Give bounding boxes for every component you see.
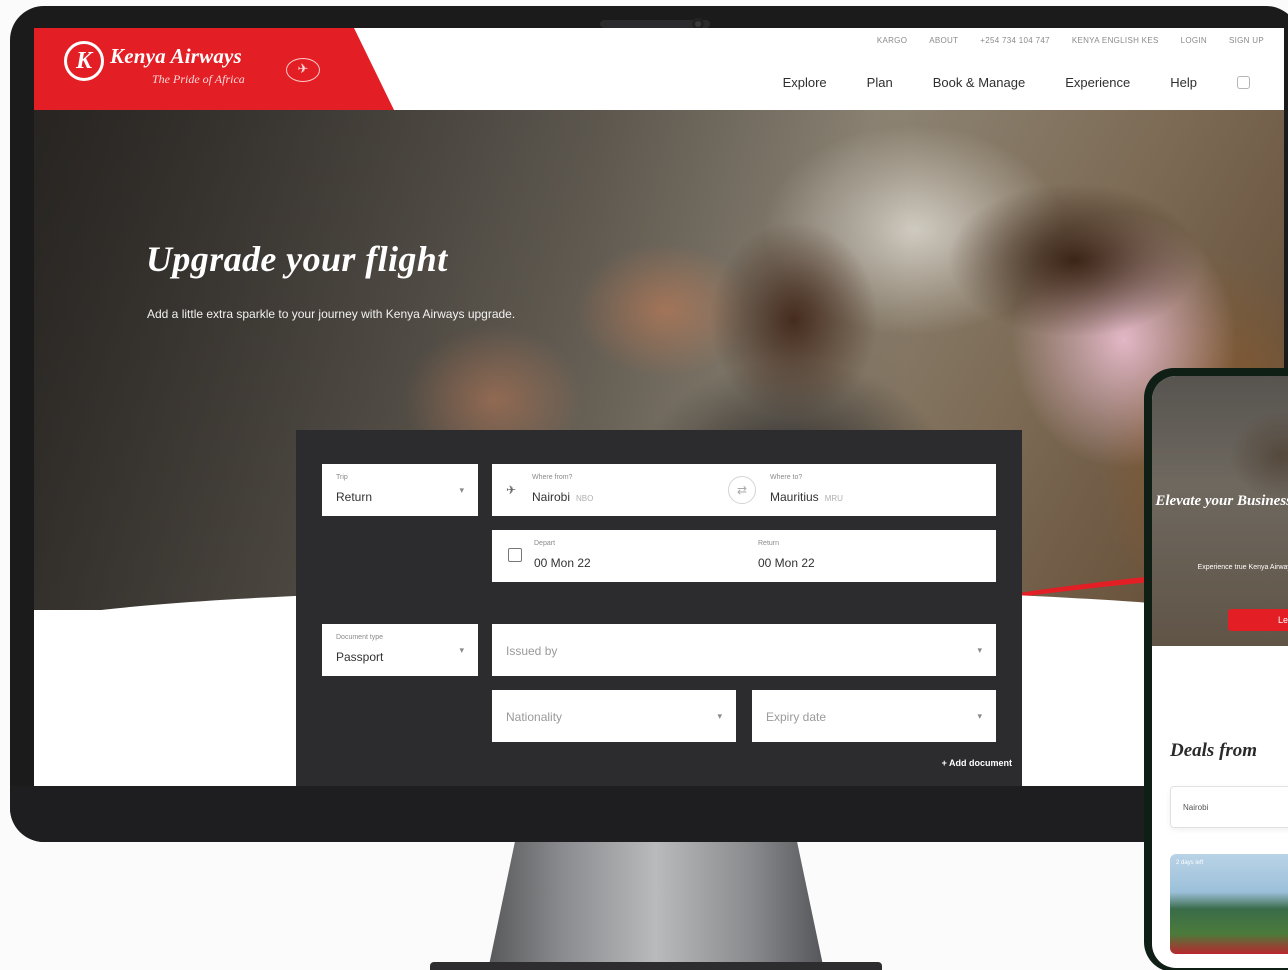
site-header: K Kenya Airways The Pride of Africa ✈ KA… bbox=[34, 28, 1284, 110]
link-phone[interactable]: +254 734 104 747 bbox=[980, 36, 1050, 45]
brand-tagline: The Pride of Africa bbox=[152, 72, 245, 86]
monitor-stand bbox=[488, 842, 824, 970]
booking-form: Trip Return ▾ ✈ Where from? Nairobi NBO ⇄… bbox=[296, 430, 1022, 786]
nav-explore[interactable]: Explore bbox=[783, 75, 827, 90]
main-nav: Explore Plan Book & Manage Experience He… bbox=[783, 75, 1250, 90]
chevron-down-icon: ▾ bbox=[977, 646, 982, 656]
expiry-date-placeholder: Expiry date bbox=[766, 710, 827, 724]
depart-label: Depart bbox=[534, 540, 556, 547]
issued-by-placeholder: Issued by bbox=[506, 644, 558, 658]
destination-city: Mauritius bbox=[770, 490, 819, 504]
deal-date-badge: 2 days left bbox=[1176, 860, 1204, 866]
trip-label: Trip bbox=[336, 474, 348, 481]
origin-input[interactable]: Where from? Nairobi NBO bbox=[518, 464, 718, 516]
phone-hero-title: Elevate your Business bbox=[1155, 493, 1288, 509]
link-login[interactable]: LOGIN bbox=[1181, 36, 1207, 45]
destination-input[interactable]: Where to? Mauritius MRU bbox=[756, 464, 976, 516]
chevron-down-icon: ▾ bbox=[459, 646, 464, 656]
chevron-down-icon: ▾ bbox=[977, 712, 982, 722]
destination-value: Mauritius MRU bbox=[770, 490, 843, 504]
nationality-select[interactable]: Nationality ▾ bbox=[492, 690, 736, 742]
seal-icon: ✈ bbox=[286, 58, 320, 82]
destination-label: Where to? bbox=[770, 474, 803, 481]
phone-hero: Elevate your Business Experience true Ke… bbox=[1152, 376, 1288, 646]
desktop-monitor: K Kenya Airways The Pride of Africa ✈ KA… bbox=[10, 6, 1288, 842]
origin-code: NBO bbox=[576, 494, 594, 503]
destination-code: MRU bbox=[824, 494, 843, 503]
monitor-chin bbox=[10, 786, 1288, 842]
nav-book-manage[interactable]: Book & Manage bbox=[933, 75, 1026, 90]
nationality-placeholder: Nationality bbox=[506, 710, 563, 724]
phone-deal-card[interactable]: 2 days left bbox=[1170, 854, 1288, 954]
document-type-value: Passport bbox=[336, 650, 384, 664]
phone-hero-overlay bbox=[1152, 376, 1288, 646]
trip-type-select[interactable]: Trip Return ▾ bbox=[322, 464, 478, 516]
depart-date-input[interactable]: Depart 00 Mon 22 bbox=[520, 530, 740, 582]
chevron-down-icon: ▾ bbox=[717, 712, 722, 722]
utility-links: KARGO ABOUT +254 734 104 747 KENYA ENGLI… bbox=[877, 36, 1264, 45]
phone-origin-select[interactable]: Nairobi bbox=[1170, 786, 1288, 828]
nav-experience[interactable]: Experience bbox=[1065, 75, 1130, 90]
phone-deals-title: Deals from bbox=[1170, 740, 1258, 761]
monitor-stand-base bbox=[430, 962, 882, 970]
phone-learn-more-button[interactable]: Learn bbox=[1228, 609, 1288, 631]
hero-title: Upgrade your flight bbox=[146, 239, 448, 279]
origin-label: Where from? bbox=[532, 474, 573, 481]
product-mockup: K Kenya Airways The Pride of Africa ✈ KA… bbox=[0, 0, 1288, 970]
return-value: 00 Mon 22 bbox=[758, 556, 815, 570]
link-locale[interactable]: KENYA ENGLISH KES bbox=[1072, 36, 1159, 45]
return-date-input[interactable]: Return 00 Mon 22 bbox=[744, 530, 974, 582]
document-type-label: Document type bbox=[336, 634, 384, 641]
phone-hero-text: Experience true Kenya Airways bbox=[1197, 564, 1288, 571]
apple-logo-icon bbox=[653, 803, 675, 829]
nav-help[interactable]: Help bbox=[1170, 75, 1197, 90]
expiry-date-select[interactable]: Expiry date ▾ bbox=[752, 690, 996, 742]
issued-by-select[interactable]: Issued by ▾ bbox=[492, 624, 996, 676]
logo[interactable]: K Kenya Airways The Pride of Africa ✈ bbox=[34, 28, 394, 110]
mobile-phone: Elevate your Business Experience true Ke… bbox=[1144, 368, 1288, 970]
hero-subtitle: Add a little extra sparkle to your journ… bbox=[147, 307, 516, 321]
document-type-select[interactable]: Document type Passport ▾ bbox=[322, 624, 478, 676]
origin-value: Nairobi NBO bbox=[532, 490, 593, 504]
logo-emblem-icon: K bbox=[64, 41, 104, 81]
link-kargo[interactable]: KARGO bbox=[877, 36, 907, 45]
swap-icon[interactable]: ⇄ bbox=[728, 476, 756, 504]
return-label: Return bbox=[758, 540, 780, 547]
depart-value: 00 Mon 22 bbox=[534, 556, 591, 570]
search-icon[interactable] bbox=[1237, 76, 1250, 89]
brand-name: Kenya Airways bbox=[110, 44, 242, 68]
nav-plan[interactable]: Plan bbox=[867, 75, 893, 90]
phone-screen: Elevate your Business Experience true Ke… bbox=[1152, 376, 1288, 968]
chevron-down-icon: ▾ bbox=[459, 486, 464, 496]
link-signup[interactable]: SIGN UP bbox=[1229, 36, 1264, 45]
route-field: ✈ Where from? Nairobi NBO ⇄ Where to? Mau… bbox=[492, 464, 996, 516]
date-field: Depart 00 Mon 22 Return 00 Mon 22 bbox=[492, 530, 996, 582]
add-document-button[interactable]: + Add document bbox=[942, 758, 1012, 768]
link-about[interactable]: ABOUT bbox=[929, 36, 958, 45]
trip-value: Return bbox=[336, 490, 373, 504]
origin-city: Nairobi bbox=[532, 490, 571, 504]
website-screen: K Kenya Airways The Pride of Africa ✈ KA… bbox=[34, 28, 1284, 786]
